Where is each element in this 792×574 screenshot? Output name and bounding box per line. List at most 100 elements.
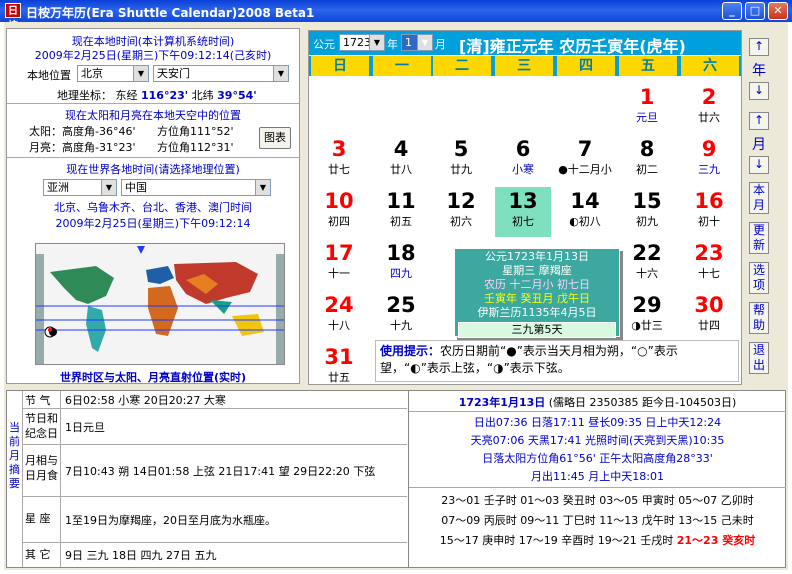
day-cell[interactable]: 31 廿五 (311, 343, 367, 384)
day-number: 8 (639, 137, 655, 161)
lunar-date: 廿五 (328, 371, 350, 384)
weekday-0: 日 (311, 56, 369, 76)
day-cell[interactable]: 14 ◐初八 (557, 187, 613, 237)
this-month-button[interactable]: 本月 (749, 182, 769, 214)
chevron-down-icon: ▼ (101, 180, 116, 195)
month-up-button[interactable]: ↑ (749, 112, 769, 130)
day-cell[interactable]: 9 三九 (681, 135, 737, 185)
app-icon: 日桉 (5, 3, 21, 32)
day-cell[interactable]: 13 初七 (495, 187, 551, 237)
day-cell[interactable]: 4 廿八 (373, 135, 429, 185)
lunar-date: 廿四 (698, 319, 720, 332)
lunar-date: 初五 (390, 215, 412, 228)
day-number: 29 (632, 293, 662, 317)
help-button[interactable]: 帮助 (749, 302, 769, 334)
month-down-button[interactable]: ↓ (749, 156, 769, 174)
day-number: 22 (632, 241, 662, 265)
lunar-date: 廿九 (450, 163, 472, 176)
city-select[interactable]: 北京 ▼ (77, 65, 149, 82)
world-timezone-map[interactable] (35, 243, 285, 365)
lunar-date: 四九 (390, 267, 412, 280)
sun-altitude: 太阳：高度角-36°46' (29, 125, 136, 138)
day-number: 24 (324, 293, 354, 317)
day-cell[interactable]: 3 廿七 (311, 135, 367, 185)
month-summary: 当前月摘要 节 气 6日02:58 小寒 20日20:27 大寒 节日和纪念日 1日… (6, 390, 786, 568)
festivals-row: 节日和纪念日 1日元旦 (23, 409, 407, 445)
chart-button[interactable]: 图表 (259, 127, 291, 149)
day-cell[interactable]: 5 廿九 (433, 135, 489, 185)
day-cell[interactable]: 6 小寒 (495, 135, 551, 185)
day-cell[interactable]: 2 廿六 (681, 83, 737, 133)
lunar-date: ◐初八 (569, 215, 601, 228)
day-cell[interactable]: 29 ◑廿三 (619, 291, 675, 341)
day-cell[interactable]: 22 十六 (619, 239, 675, 289)
year-up-button[interactable]: ↑ (749, 38, 769, 56)
location-label: 本地位置 (27, 69, 71, 82)
lunar-date: 廿八 (390, 163, 412, 176)
place-select[interactable]: 天安门 ▼ (153, 65, 289, 82)
lunar-date: 初二 (636, 163, 658, 176)
year-label: 年 (752, 63, 766, 79)
update-button[interactable]: 更新 (749, 222, 769, 254)
moonrise-line: 月出11:45 月上中天18:01 (531, 470, 664, 483)
title-bar: 日桉 日桉万年历(Era Shuttle Calendar)2008 Beta1… (0, 0, 792, 32)
day-cell[interactable]: 17 十一 (311, 239, 367, 289)
day-cell[interactable]: 25 十九 (373, 291, 429, 341)
usage-tip: 使用提示：农历日期前“●”表示当天月相为朔，“○”表示望，“◐”表示上弦，“◑”… (375, 340, 739, 382)
day-cell[interactable]: 18 四九 (373, 239, 429, 289)
day-number: 2 (701, 85, 717, 109)
calendar-panel: 公元 1723 ▼ 年 1 ▼ 月 [清]雍正元年 农历壬寅年(虎年) 日一二三四五… (308, 30, 742, 385)
day-cell[interactable]: 24 十八 (311, 291, 367, 341)
lunar-date: 初九 (636, 215, 658, 228)
day-cell[interactable]: 16 初十 (681, 187, 737, 237)
lunar-date: 廿六 (698, 111, 720, 124)
lunar-date: 十八 (328, 319, 350, 332)
calendar-title: [清]雍正元年 农历壬寅年(虎年) (459, 37, 686, 56)
day-cell[interactable]: 12 初六 (433, 187, 489, 237)
day-number: 12 (446, 189, 476, 213)
summary-vertical-label: 当前月摘要 (7, 391, 23, 567)
day-number: 15 (632, 189, 662, 213)
region-select[interactable]: 亚洲 ▼ (43, 179, 117, 196)
sun-moon-title: 现在太阳和月亮在本地天空中的位置 (65, 109, 241, 122)
sun-azimuth: 方位角111°52' (157, 125, 234, 138)
day-cell[interactable]: 11 初五 (373, 187, 429, 237)
coordinates: 地理坐标： 东经 116°23' 北纬 39°54' (57, 89, 257, 102)
chevron-down-icon: ▼ (417, 35, 432, 50)
exit-button[interactable]: 退出 (749, 342, 769, 374)
lunar-date: 初六 (450, 215, 472, 228)
day-cell[interactable]: 23 十七 (681, 239, 737, 289)
day-number: 9 (701, 137, 717, 161)
left-panel: 现在本地时间(本计算机系统时间) 2009年2月25日(星期三)下午09:12:… (6, 28, 300, 384)
weekday-5: 五 (619, 56, 677, 76)
minimize-button[interactable]: _ (722, 2, 742, 20)
day-detail: 1723年1月13日 (儒略日 2350385 距今日-104503日) 日出0… (408, 391, 786, 567)
lunar-date: 三九 (698, 163, 720, 176)
day-cell[interactable]: 10 初四 (311, 187, 367, 237)
options-button[interactable]: 选项 (749, 262, 769, 294)
day-cell[interactable]: 8 初二 (619, 135, 675, 185)
lunar-date: 初七 (512, 215, 534, 228)
maximize-button[interactable]: □ (745, 2, 765, 20)
chevron-down-icon: ▼ (273, 66, 288, 81)
chevron-down-icon: ▼ (133, 66, 148, 81)
day-cell[interactable]: 30 廿四 (681, 291, 737, 341)
day-number: 4 (393, 137, 409, 161)
daylight-line: 天亮07:06 天黑17:41 光照时间(天亮到天黑)10:35 (470, 434, 725, 447)
map-caption: 世界时区与太阳、月亮直射位置(实时) (59, 371, 247, 384)
day-cell[interactable]: 1 元旦 (619, 83, 675, 133)
day-cell[interactable]: 7 ●十二月小 (557, 135, 613, 185)
year-down-button[interactable]: ↓ (749, 82, 769, 100)
close-button[interactable]: ✕ (768, 2, 788, 20)
app-body: 现在本地时间(本计算机系统时间) 2009年2月25日(星期三)下午09:12:… (4, 22, 788, 570)
lunar-date: 廿七 (328, 163, 350, 176)
weekday-4: 四 (557, 56, 615, 76)
local-time: 2009年2月25日(星期三)下午09:12:14(己亥时) (34, 49, 272, 62)
hours-line-3: 15～17 庚申时 17～19 辛酉时 19～21 壬戌时 21～23 癸亥时 (439, 534, 756, 547)
day-number: 5 (453, 137, 469, 161)
month-select[interactable]: 1 ▼ (401, 34, 433, 51)
country-select[interactable]: 中国 ▼ (121, 179, 271, 196)
year-select[interactable]: 1723 ▼ (339, 34, 385, 51)
day-cell[interactable]: 15 初九 (619, 187, 675, 237)
day-number: 10 (324, 189, 354, 213)
